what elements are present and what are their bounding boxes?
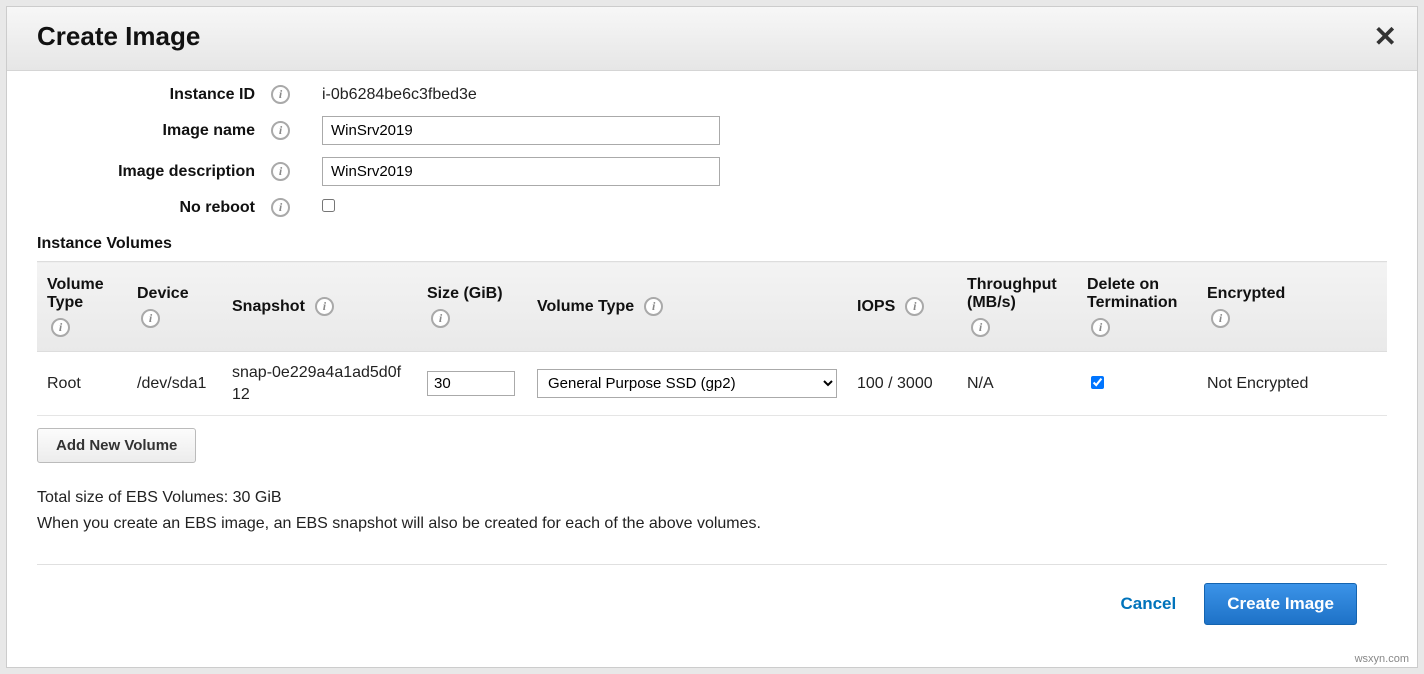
info-icon[interactable] — [271, 162, 290, 181]
col-encrypted: Encrypted — [1207, 285, 1377, 303]
cell-device: /dev/sda1 — [127, 352, 222, 416]
info-icon[interactable] — [271, 121, 290, 140]
watermark: wsxyn.com — [1355, 653, 1409, 665]
close-icon[interactable]: ✕ — [1374, 23, 1397, 51]
dialog-footer: Cancel Create Image — [37, 564, 1387, 645]
dialog-header: Create Image ✕ — [7, 7, 1417, 71]
info-icon[interactable] — [431, 309, 450, 328]
col-volume-type-2: Volume Type — [537, 298, 634, 316]
cell-snapshot: snap-0e229a4a1ad5d0f12 — [222, 352, 417, 416]
info-icon[interactable] — [1091, 318, 1110, 337]
image-name-label: Image name — [37, 122, 267, 140]
cell-encrypted: Not Encrypted — [1197, 352, 1387, 416]
col-iops: IOPS — [857, 298, 895, 316]
image-description-label: Image description — [37, 163, 267, 181]
cell-iops: 100 / 3000 — [847, 352, 957, 416]
instance-volumes-title: Instance Volumes — [37, 235, 1387, 253]
image-name-input[interactable] — [322, 116, 720, 145]
info-icon[interactable] — [905, 297, 924, 316]
volume-type-select[interactable]: General Purpose SSD (gp2) — [537, 369, 837, 398]
notes: Total size of EBS Volumes: 30 GiB When y… — [37, 485, 1387, 536]
note-total-size: Total size of EBS Volumes: 30 GiB — [37, 485, 1387, 511]
info-icon[interactable] — [1211, 309, 1230, 328]
cell-volume-type: Root — [37, 352, 127, 416]
info-icon[interactable] — [644, 297, 663, 316]
create-image-dialog: Create Image ✕ Instance ID i-0b6284be6c3… — [6, 6, 1418, 668]
info-icon[interactable] — [271, 85, 290, 104]
volumes-table: Volume Type Device Snapshot — [37, 261, 1387, 416]
no-reboot-label: No reboot — [37, 199, 267, 217]
image-description-input[interactable] — [322, 157, 720, 186]
row-instance-id: Instance ID i-0b6284be6c3fbed3e — [37, 85, 1387, 104]
info-icon[interactable] — [271, 198, 290, 217]
col-size: Size (GiB) — [427, 285, 517, 303]
info-icon[interactable] — [315, 297, 334, 316]
dialog-title: Create Image — [37, 21, 200, 52]
row-no-reboot: No reboot — [37, 198, 1387, 217]
col-snapshot: Snapshot — [232, 298, 305, 316]
table-row: Root /dev/sda1 snap-0e229a4a1ad5d0f12 Ge… — [37, 352, 1387, 416]
cancel-button[interactable]: Cancel — [1120, 594, 1176, 614]
instance-id-value: i-0b6284be6c3fbed3e — [294, 86, 477, 104]
cell-throughput: N/A — [957, 352, 1077, 416]
create-image-button[interactable]: Create Image — [1204, 583, 1357, 625]
delete-on-termination-checkbox[interactable] — [1091, 376, 1104, 389]
instance-id-label: Instance ID — [37, 86, 267, 104]
col-device: Device — [137, 285, 212, 303]
col-volume-type: Volume Type — [47, 276, 117, 312]
row-image-description: Image description — [37, 157, 1387, 186]
add-new-volume-button[interactable]: Add New Volume — [37, 428, 196, 463]
dialog-body: Instance ID i-0b6284be6c3fbed3e Image na… — [7, 71, 1417, 667]
info-icon[interactable] — [141, 309, 160, 328]
col-throughput: Throughput (MB/s) — [967, 276, 1067, 312]
info-icon[interactable] — [971, 318, 990, 337]
volumes-table-head: Volume Type Device Snapshot — [37, 262, 1387, 352]
info-icon[interactable] — [51, 318, 70, 337]
no-reboot-checkbox[interactable] — [322, 199, 335, 212]
size-input[interactable] — [427, 371, 515, 396]
note-snapshot-info: When you create an EBS image, an EBS sna… — [37, 511, 1387, 537]
col-delete-term: Delete on Termination — [1087, 276, 1187, 312]
row-image-name: Image name — [37, 116, 1387, 145]
